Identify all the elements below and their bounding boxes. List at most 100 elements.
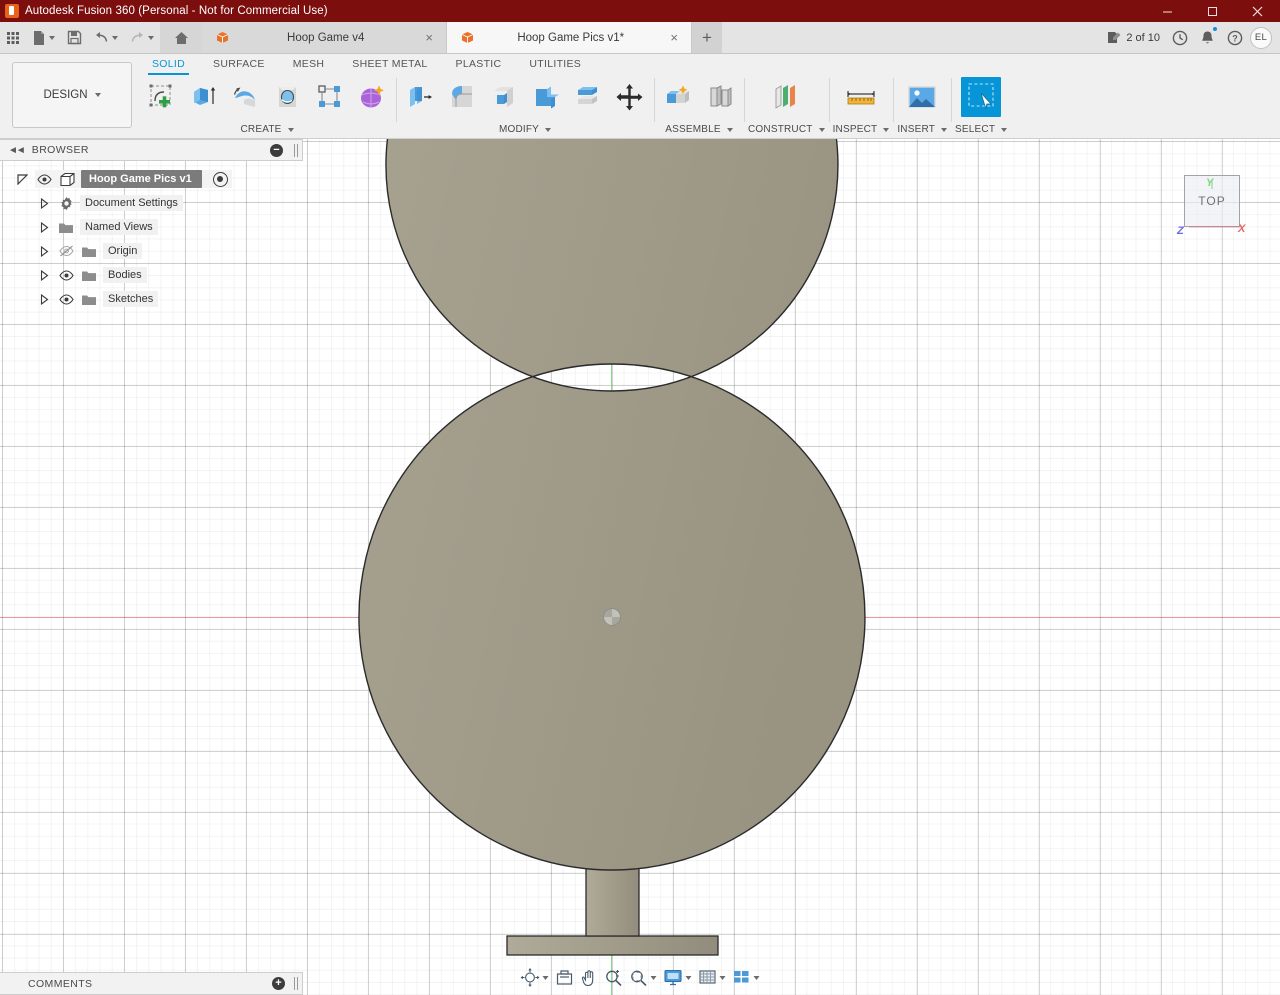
ribbon-tab-solid[interactable]: SOLID: [138, 54, 199, 74]
shell-icon[interactable]: [484, 77, 524, 117]
collapse-left-icon[interactable]: ◄◄: [8, 145, 24, 156]
recents-button[interactable]: [1167, 25, 1193, 51]
offset-plane-icon[interactable]: [766, 77, 806, 117]
close-icon[interactable]: ×: [422, 29, 436, 46]
expand-twisty-icon[interactable]: [36, 270, 52, 281]
viewport[interactable]: ◄◄ BROWSER −: [0, 139, 1280, 995]
panel-resize-grip[interactable]: [294, 144, 298, 157]
chevron-down-icon: [288, 128, 294, 132]
expand-twisty-icon[interactable]: [36, 198, 52, 209]
ribbon-panel-construct: CONSTRUCT: [744, 74, 829, 138]
tree-item-named-views[interactable]: Named Views: [0, 215, 303, 239]
measure-icon[interactable]: [841, 77, 881, 117]
select-window-icon[interactable]: [961, 77, 1001, 117]
tree-item-sketches[interactable]: Sketches: [0, 287, 303, 311]
app-grid-icon[interactable]: [0, 22, 26, 53]
viewports-icon[interactable]: [730, 967, 763, 988]
visibility-eye-icon[interactable]: [35, 174, 53, 185]
form-icon[interactable]: [352, 77, 392, 117]
insert-image-icon[interactable]: [902, 77, 942, 117]
move-copy-icon[interactable]: [610, 77, 650, 117]
pattern-icon[interactable]: [310, 77, 350, 117]
folder-icon: [80, 245, 98, 258]
close-icon[interactable]: [1235, 0, 1280, 22]
panel-resize-grip[interactable]: [294, 977, 298, 990]
tree-item-bodies[interactable]: Bodies: [0, 263, 303, 287]
expand-twisty-icon[interactable]: [36, 294, 52, 305]
origin-marker: [603, 608, 621, 626]
home-icon[interactable]: [160, 22, 202, 53]
expand-twisty-icon[interactable]: [36, 222, 52, 233]
tree-item-label: Document Settings: [80, 195, 183, 211]
ribbon-tab-mesh[interactable]: MESH: [279, 54, 339, 74]
display-settings-icon[interactable]: [661, 967, 695, 988]
ribbon-panels: CREATE: [138, 74, 1280, 138]
expand-twisty-icon[interactable]: [36, 246, 52, 257]
view-cube[interactable]: TOP Y X Z: [1176, 167, 1250, 241]
document-tab-hoop-game-pics-v1[interactable]: Hoop Game Pics v1* ×: [447, 22, 692, 53]
new-tab-button[interactable]: +: [692, 22, 722, 53]
axis-label-x: X: [1238, 223, 1245, 235]
create-sketch-icon[interactable]: [142, 77, 182, 117]
ribbon-panel-label[interactable]: MODIFY: [499, 124, 551, 138]
zoom-icon[interactable]: [602, 967, 626, 989]
ribbon-panel-label[interactable]: INSERT: [897, 124, 947, 138]
tree-item-document-settings[interactable]: Document Settings: [0, 191, 303, 215]
visibility-eye-hidden-icon[interactable]: [57, 245, 75, 257]
fusion-logo-icon: [5, 4, 19, 18]
job-status-button[interactable]: 2 of 10: [1102, 25, 1165, 51]
chevron-down-icon: [941, 128, 947, 132]
close-icon[interactable]: ×: [667, 29, 681, 46]
undo-icon[interactable]: [88, 22, 124, 53]
ribbon-panel-label[interactable]: CONSTRUCT: [748, 124, 825, 138]
hole-icon[interactable]: [268, 77, 308, 117]
ribbon-panel-label[interactable]: ASSEMBLE: [665, 124, 733, 138]
browser-title: BROWSER: [32, 144, 262, 156]
new-component-icon[interactable]: [658, 77, 698, 117]
ribbon-tab-utilities[interactable]: UTILITIES: [515, 54, 595, 74]
new-file-icon[interactable]: [26, 22, 61, 53]
look-at-icon[interactable]: [553, 967, 577, 988]
tree-item-hoop-game-pics-v1[interactable]: Hoop Game Pics v1: [0, 167, 303, 191]
help-button[interactable]: ?: [1222, 25, 1248, 51]
workspace-switcher[interactable]: DESIGN: [12, 62, 132, 128]
orbit-icon[interactable]: [518, 966, 552, 989]
ribbon-panel-label[interactable]: SELECT: [955, 124, 1007, 138]
ribbon-panel-label[interactable]: INSPECT: [833, 124, 890, 138]
save-icon[interactable]: [61, 22, 88, 53]
redo-icon[interactable]: [124, 22, 160, 53]
minimize-icon[interactable]: [1145, 0, 1190, 22]
panel-label-text: SELECT: [955, 124, 995, 135]
visibility-eye-icon[interactable]: [57, 270, 75, 281]
fit-icon[interactable]: [627, 967, 660, 989]
revolve-icon[interactable]: [226, 77, 266, 117]
chevron-down-icon: [148, 36, 154, 40]
ribbon-tab-plastic[interactable]: PLASTIC: [442, 54, 516, 74]
activate-component-radio[interactable]: [213, 172, 228, 187]
extrude-icon[interactable]: [184, 77, 224, 117]
ribbon-tab-surface[interactable]: SURFACE: [199, 54, 279, 74]
joint-icon[interactable]: [700, 77, 740, 117]
expand-twisty-icon[interactable]: [14, 174, 30, 185]
panel-label-text: ASSEMBLE: [665, 124, 721, 135]
ribbon-tab-sheet-metal[interactable]: SHEET METAL: [338, 54, 441, 74]
avatar[interactable]: EL: [1250, 27, 1272, 49]
tree-item-origin[interactable]: Origin: [0, 239, 303, 263]
fillet-icon[interactable]: [442, 77, 482, 117]
add-comment-icon[interactable]: +: [272, 977, 285, 990]
chevron-down-icon: [819, 128, 825, 132]
comments-panel[interactable]: COMMENTS +: [0, 972, 303, 995]
notifications-button[interactable]: [1195, 25, 1220, 51]
split-body-icon[interactable]: [568, 77, 608, 117]
ribbon-panel-label[interactable]: CREATE: [240, 124, 293, 138]
pan-icon[interactable]: [578, 967, 601, 989]
combine-icon[interactable]: [526, 77, 566, 117]
document-tab-hoop-game-v4[interactable]: Hoop Game v4 ×: [202, 22, 447, 53]
comments-title: COMMENTS: [28, 978, 266, 990]
folder-icon: [57, 221, 75, 234]
press-pull-icon[interactable]: [400, 77, 440, 117]
visibility-eye-icon[interactable]: [57, 294, 75, 305]
grid-snaps-icon[interactable]: [696, 967, 729, 988]
collapse-all-icon[interactable]: −: [270, 144, 283, 157]
maximize-icon[interactable]: [1190, 0, 1235, 22]
